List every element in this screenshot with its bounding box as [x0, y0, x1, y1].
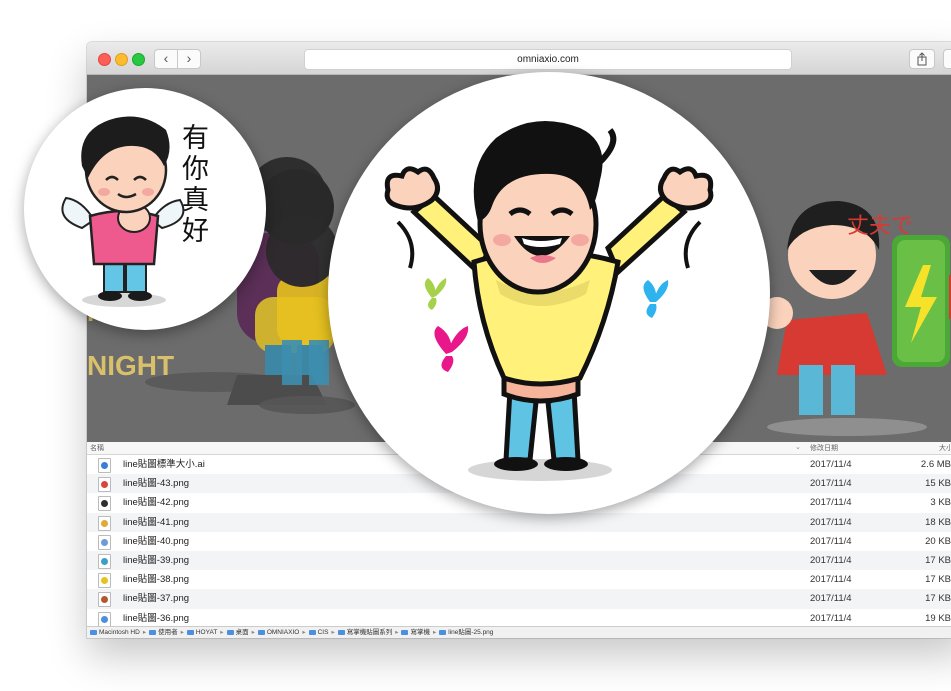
ai-file-icon	[98, 458, 111, 473]
share-button[interactable]	[909, 49, 935, 69]
file-date: 2017/11/4	[810, 554, 852, 566]
file-date: 2017/11/4	[810, 574, 852, 586]
path-separator-icon: ▸	[220, 629, 224, 636]
folder-icon	[401, 629, 409, 635]
path-separator-icon: ▸	[180, 629, 184, 636]
sticker-large-character	[384, 120, 714, 481]
path-segment[interactable]: line貼圖-25.png	[448, 629, 493, 636]
sticker-caption: 有你真好	[182, 123, 216, 247]
path-segment[interactable]: Macintosh HD	[99, 629, 140, 636]
file-size: 17 KB	[925, 574, 951, 586]
minimize-window-button[interactable]	[115, 53, 128, 66]
file-size: 17 KB	[925, 593, 951, 605]
path-segment[interactable]: 寫掌機	[410, 629, 430, 636]
chevron-right-icon: ›	[186, 50, 192, 66]
address-bar[interactable]: omniaxio.com	[304, 49, 792, 70]
file-date: 2017/11/4	[810, 516, 852, 528]
file-size: 3 KB	[930, 497, 951, 509]
file-name: line貼圖-36.png	[123, 612, 190, 624]
caption-char: 真	[182, 185, 209, 216]
png-file-icon	[98, 496, 111, 512]
path-segment[interactable]: HOYAT	[196, 629, 217, 636]
path-separator-icon: ▸	[395, 629, 399, 636]
file-date: 2017/11/4	[810, 612, 852, 624]
file-name: line貼圖-42.png	[123, 497, 190, 509]
sticker-preview-large	[328, 72, 770, 514]
png-file-icon	[98, 573, 111, 589]
path-segment[interactable]: 使用者	[158, 629, 178, 636]
file-size: 18 KB	[925, 516, 951, 528]
table-row[interactable]: line貼圖-36.png 2017/11/4 19 KB	[87, 609, 951, 628]
column-size[interactable]: 大小	[939, 443, 951, 453]
table-row[interactable]: line貼圖-41.png 2017/11/4 18 KB	[87, 512, 951, 532]
share-icon	[917, 52, 927, 66]
show-tabs-button[interactable]	[943, 49, 951, 69]
file-name: line貼圖-37.png	[123, 593, 190, 605]
png-file-icon	[98, 534, 111, 550]
finder-path-bar: Macintosh HD ▸ 使用者 ▸ HOYAT ▸ 桌面 ▸ OMNIAXIO ▸ CIS ▸ 寫…	[87, 626, 951, 638]
file-size: 20 KB	[925, 535, 951, 547]
file-size: 2.6 MB	[920, 459, 951, 470]
caption-char: 有	[182, 123, 209, 154]
file-date: 2017/11/4	[810, 497, 852, 509]
chevron-left-icon: ‹	[163, 50, 169, 66]
file-name: line貼圖標準大小.ai	[123, 459, 205, 470]
folder-icon	[149, 629, 157, 635]
file-date: 2017/11/4	[810, 459, 852, 470]
sticker-preview-small: 有你真好	[24, 88, 266, 330]
back-button[interactable]: ‹	[154, 49, 178, 69]
table-row[interactable]: line貼圖-40.png 2017/11/4 20 KB	[87, 532, 951, 551]
file-name: line貼圖-39.png	[123, 554, 190, 566]
butterfly-magenta-icon	[434, 326, 469, 372]
butterfly-green-icon	[424, 278, 447, 310]
svg-text:丈夫で: 丈夫で	[847, 214, 913, 239]
caption-char: 你	[182, 154, 209, 185]
close-window-button[interactable]	[98, 53, 111, 66]
butterfly-blue-icon	[643, 280, 669, 318]
file-date: 2017/11/4	[810, 535, 852, 547]
folder-icon	[439, 629, 447, 635]
png-file-icon	[98, 592, 111, 608]
sticker-small-character	[61, 116, 185, 307]
folder-icon	[308, 629, 316, 635]
file-size: 17 KB	[925, 554, 951, 566]
sort-chevron-icon[interactable]: ⌄	[795, 443, 801, 451]
folder-icon	[90, 629, 97, 635]
path-separator-icon: ▸	[432, 629, 437, 636]
path-segment[interactable]: 寫掌機貼圖系列	[347, 629, 393, 636]
file-size: 19 KB	[925, 612, 951, 624]
browser-toolbar: ‹ › omniaxio.com	[87, 42, 951, 75]
column-date-modified[interactable]: 修改日期	[810, 443, 838, 453]
file-date: 2017/11/4	[810, 593, 852, 605]
file-name: line貼圖-43.png	[123, 478, 190, 490]
caption-char: 好	[182, 216, 209, 247]
png-file-icon	[98, 611, 111, 627]
table-row[interactable]: line貼圖-38.png 2017/11/4 17 KB	[87, 570, 951, 589]
file-name: line貼圖-41.png	[123, 516, 190, 528]
png-file-icon	[98, 553, 111, 569]
folder-icon	[226, 629, 234, 635]
forward-button[interactable]: ›	[177, 49, 201, 69]
file-date: 2017/11/4	[810, 478, 852, 490]
path-separator-icon: ▸	[302, 629, 306, 636]
folder-icon	[186, 629, 194, 635]
png-file-icon	[98, 477, 111, 493]
banner-text-night: NIGHT	[87, 350, 174, 381]
column-name[interactable]: 名稱	[90, 443, 104, 453]
file-name: line貼圖-38.png	[123, 574, 190, 586]
folder-icon	[257, 629, 265, 635]
folder-icon	[337, 629, 345, 635]
path-separator-icon: ▸	[251, 629, 255, 636]
file-name: line貼圖-40.png	[123, 535, 190, 547]
path-segment[interactable]: OMNIAXIO	[267, 629, 300, 636]
zoom-window-button[interactable]	[132, 53, 145, 66]
table-row[interactable]: line貼圖-37.png 2017/11/4 17 KB	[87, 589, 951, 609]
png-file-icon	[98, 515, 111, 531]
path-segment[interactable]: CIS	[318, 629, 329, 636]
path-separator-icon: ▸	[142, 629, 147, 636]
table-row[interactable]: line貼圖-39.png 2017/11/4 17 KB	[87, 550, 951, 571]
file-size: 15 KB	[925, 478, 951, 490]
path-segment[interactable]: 桌面	[236, 629, 249, 636]
path-separator-icon: ▸	[331, 629, 335, 636]
